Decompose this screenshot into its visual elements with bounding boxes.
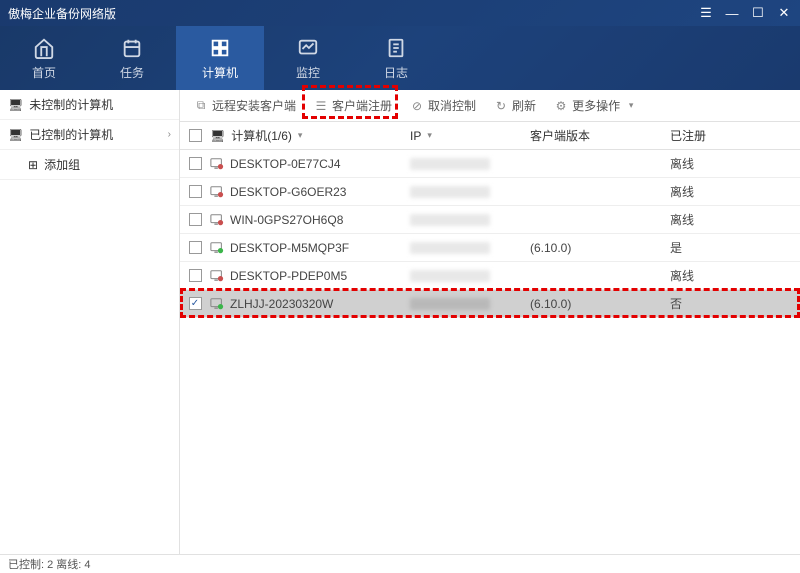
table-row[interactable]: DESKTOP-0E77CJ4 离线 <box>180 150 800 178</box>
plus-icon: ⊞ <box>28 158 38 172</box>
nav-tasks[interactable]: 任务 <box>88 26 176 90</box>
nav-logs[interactable]: 日志 <box>352 26 440 90</box>
gear-icon: ⚙ <box>554 99 568 113</box>
pc-icon: 🖥 <box>8 128 23 142</box>
row-checkbox[interactable] <box>189 241 202 254</box>
registered-value: 离线 <box>670 183 694 200</box>
navbar: 首页 任务 计算机 监控 日志 <box>0 26 800 90</box>
col-version[interactable]: 客户端版本 <box>530 127 670 144</box>
pc-icon: 🖥 <box>210 129 225 143</box>
computer-status-icon <box>210 185 224 199</box>
home-icon <box>32 36 56 60</box>
menu-icon[interactable]: ☰ <box>698 5 714 21</box>
computer-name: ZLHJJ-20230320W <box>230 297 333 311</box>
ip-value <box>410 158 490 170</box>
monitor-icon <box>296 36 320 60</box>
computer-status-icon <box>210 241 224 255</box>
col-ip[interactable]: IP ▾ <box>410 129 530 143</box>
sort-caret-icon: ▾ <box>427 130 432 141</box>
close-button[interactable]: ✕ <box>776 5 792 21</box>
nav-home[interactable]: 首页 <box>0 26 88 90</box>
computer-status-icon <box>210 297 224 311</box>
window-title: 傲梅企业备份网络版 <box>8 5 698 22</box>
status-text: 已控制: 2 离线: 4 <box>8 556 91 572</box>
statusbar: 已控制: 2 离线: 4 <box>0 554 800 573</box>
client-register-button[interactable]: ☰ 客户端注册 <box>306 93 400 118</box>
version-value: (6.10.0) <box>530 241 571 255</box>
install-icon: ⧉ <box>194 99 208 113</box>
computer-status-icon <box>210 157 224 171</box>
chevron-right-icon: › <box>168 129 171 140</box>
cancel-icon: ⊘ <box>410 99 424 113</box>
ip-value <box>410 242 490 254</box>
register-icon: ☰ <box>314 99 328 113</box>
col-registered[interactable]: 已注册 <box>670 127 800 144</box>
more-actions-button[interactable]: ⚙ 更多操作 ▾ <box>546 93 646 118</box>
table-row[interactable]: ZLHJJ-20230320W (6.10.0) 否 <box>180 290 800 318</box>
table-row[interactable]: DESKTOP-G6OER23 离线 <box>180 178 800 206</box>
computer-name: DESKTOP-0E77CJ4 <box>230 157 341 171</box>
sidebar-item-uncontrolled[interactable]: 🖥 未控制的计算机 <box>0 90 179 120</box>
table-body: DESKTOP-0E77CJ4离线DESKTOP-G6OER23离线WIN-0G… <box>180 150 800 318</box>
ip-value <box>410 214 490 226</box>
version-value: (6.10.0) <box>530 297 571 311</box>
window-buttons: ☰ — ☐ ✕ <box>698 5 792 21</box>
pc-icon: 🖥 <box>8 98 23 112</box>
ip-value <box>410 186 490 198</box>
table-row[interactable]: DESKTOP-PDEP0M5 离线 <box>180 262 800 290</box>
computer-status-icon <box>210 213 224 227</box>
sidebar: 🖥 未控制的计算机 🖥 已控制的计算机 › ⊞ 添加组 <box>0 90 180 554</box>
computer-name: DESKTOP-G6OER23 <box>230 185 346 199</box>
registered-value: 是 <box>670 239 682 256</box>
content: ⧉ 远程安装客户端 ☰ 客户端注册 ⊘ 取消控制 ↻ 刷新 ⚙ 更多操作 ▾ <box>180 90 800 554</box>
table-row[interactable]: WIN-0GPS27OH6Q8 离线 <box>180 206 800 234</box>
sidebar-item-controlled[interactable]: 🖥 已控制的计算机 › <box>0 120 179 150</box>
refresh-button[interactable]: ↻ 刷新 <box>486 93 544 118</box>
row-checkbox[interactable] <box>189 213 202 226</box>
computer-name: DESKTOP-M5MQP3F <box>230 241 349 255</box>
minimize-button[interactable]: — <box>724 5 740 21</box>
table-row[interactable]: DESKTOP-M5MQP3F (6.10.0) 是 <box>180 234 800 262</box>
sidebar-item-addgroup[interactable]: ⊞ 添加组 <box>0 150 179 180</box>
titlebar: 傲梅企业备份网络版 ☰ — ☐ ✕ <box>0 0 800 26</box>
logs-icon <box>384 36 408 60</box>
row-checkbox[interactable] <box>189 297 202 310</box>
ip-value <box>410 270 490 282</box>
nav-computers[interactable]: 计算机 <box>176 26 264 90</box>
chevron-down-icon: ▾ <box>624 99 638 113</box>
table-header: 🖥 计算机(1/6) ▾ IP ▾ 客户端版本 已注册 <box>180 122 800 150</box>
row-checkbox[interactable] <box>189 157 202 170</box>
row-checkbox[interactable] <box>189 269 202 282</box>
registered-value: 离线 <box>670 155 694 172</box>
ip-value <box>410 298 490 310</box>
registered-value: 离线 <box>670 211 694 228</box>
computer-name: DESKTOP-PDEP0M5 <box>230 269 347 283</box>
computer-status-icon <box>210 269 224 283</box>
row-checkbox[interactable] <box>189 185 202 198</box>
cancel-control-button[interactable]: ⊘ 取消控制 <box>402 93 484 118</box>
select-all-checkbox[interactable] <box>189 129 202 142</box>
maximize-button[interactable]: ☐ <box>750 5 766 21</box>
refresh-icon: ↻ <box>494 99 508 113</box>
computers-icon <box>208 36 232 60</box>
computer-name: WIN-0GPS27OH6Q8 <box>230 213 343 227</box>
col-computer[interactable]: 🖥 计算机(1/6) ▾ <box>210 127 410 144</box>
nav-monitor[interactable]: 监控 <box>264 26 352 90</box>
sort-caret-icon: ▾ <box>298 130 303 141</box>
remote-install-button[interactable]: ⧉ 远程安装客户端 <box>186 93 304 118</box>
registered-value: 否 <box>670 295 682 312</box>
registered-value: 离线 <box>670 267 694 284</box>
toolbar: ⧉ 远程安装客户端 ☰ 客户端注册 ⊘ 取消控制 ↻ 刷新 ⚙ 更多操作 ▾ <box>180 90 800 122</box>
tasks-icon <box>120 36 144 60</box>
